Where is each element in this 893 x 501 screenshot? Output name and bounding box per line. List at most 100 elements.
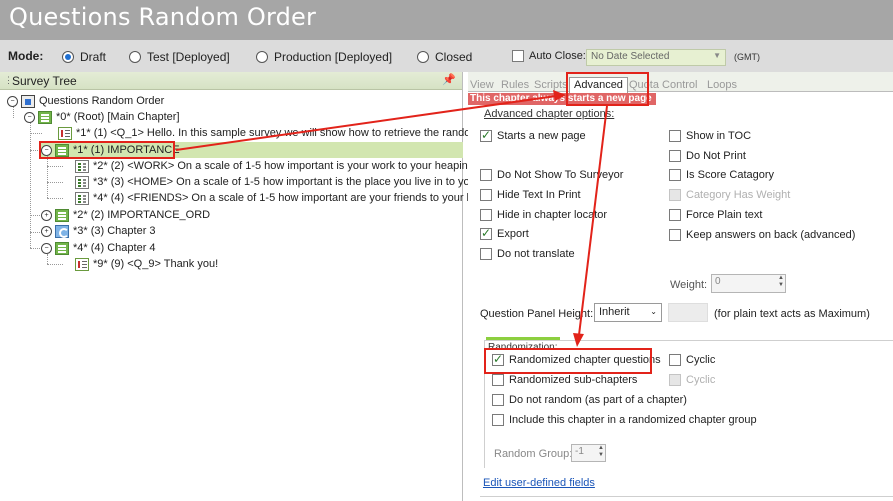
tree-item-survey-root[interactable]: − Questions Random Order: [7, 93, 164, 109]
window-title: Questions Random Order: [9, 3, 317, 31]
do-not-print-checkbox[interactable]: Do Not Print: [669, 150, 746, 162]
tree-item-friends[interactable]: *4* (4) <FRIENDS> On a scale of 1-5 how …: [75, 190, 488, 206]
checkbox-icon: [669, 354, 681, 366]
spinner-arrows-icon[interactable]: ▲ ▼: [778, 275, 784, 289]
collapse-icon[interactable]: −: [24, 111, 35, 123]
tree-item-label: *3* (3) Chapter 3: [73, 225, 156, 237]
date-value: No Date Selected: [591, 51, 670, 62]
mode-test-radio[interactable]: Test [Deployed]: [129, 50, 230, 64]
cyclic-checkbox[interactable]: Cyclic: [669, 354, 715, 366]
survey-tree-title: Survey Tree: [12, 74, 77, 88]
do-not-show-surveyor-checkbox[interactable]: Do Not Show To Surveyor: [480, 169, 623, 181]
random-group-value: -1: [575, 446, 584, 457]
tree-item-work[interactable]: *2* (2) <WORK> On a scale of 1-5 how imp…: [75, 158, 483, 174]
radio-label: Production [Deployed]: [274, 50, 393, 64]
auto-close-checkbox[interactable]: Auto Close:: [512, 50, 586, 62]
tree-item-label: *2* (2) <WORK> On a scale of 1-5 how imp…: [93, 160, 484, 172]
tree-item-label: Questions Random Order: [39, 95, 165, 107]
tree-item-chapter-3[interactable]: + *3* (3) Chapter 3: [41, 223, 156, 239]
include-randomized-group-checkbox[interactable]: Include this chapter in a randomized cha…: [492, 414, 757, 426]
is-score-category-checkbox[interactable]: Is Score Catagory: [669, 169, 774, 181]
tree-item-chapter-4[interactable]: − *4* (4) Chapter 4: [41, 240, 156, 256]
option-label: Export: [497, 228, 529, 240]
mode-closed-radio[interactable]: Closed: [417, 50, 472, 64]
randomized-sub-chapters-checkbox[interactable]: Randomized sub-chapters: [492, 374, 637, 386]
checkbox-icon: [669, 169, 681, 181]
category-has-weight-checkbox[interactable]: Category Has Weight: [669, 189, 790, 201]
tree-item-q1[interactable]: *1* (1) <Q_1> Hello. In this sample surv…: [58, 125, 489, 141]
question-icon: [75, 257, 89, 271]
option-label: Include this chapter in a randomized cha…: [509, 414, 757, 426]
do-not-translate-checkbox[interactable]: Do not translate: [480, 248, 575, 260]
checkbox-icon: [480, 169, 492, 181]
radio-label: Closed: [435, 50, 473, 64]
expand-icon[interactable]: +: [41, 209, 52, 221]
tree-item-q9[interactable]: *9* (9) <Q_9> Thank you!: [75, 256, 218, 272]
tree-item-home[interactable]: *3* (3) <HOME> On a scale of 1-5 how imp…: [75, 174, 485, 190]
panel-height-select[interactable]: Inherit ⌄: [594, 303, 662, 322]
weight-spinner[interactable]: 0 ▲ ▼: [711, 274, 786, 293]
radio-selected-icon: [62, 51, 74, 63]
randomization-separator: [484, 340, 893, 341]
panel-height-label: Question Panel Height:: [480, 308, 594, 320]
spinner-arrows-icon[interactable]: ▲ ▼: [598, 445, 604, 459]
radio-icon: [129, 51, 141, 63]
keep-answers-on-back-checkbox[interactable]: Keep answers on back (advanced): [669, 229, 855, 241]
export-checkbox[interactable]: Export: [480, 226, 529, 240]
tree-item-label: *4* (4) Chapter 4: [73, 242, 156, 254]
option-label: Randomized sub-chapters: [509, 374, 638, 386]
checkbox-icon: [480, 209, 492, 221]
hide-in-chapter-locator-checkbox[interactable]: Hide in chapter locator: [480, 209, 607, 221]
radio-label: Draft: [80, 50, 107, 64]
option-label: Cyclic: [686, 374, 716, 386]
hide-text-in-print-checkbox[interactable]: Hide Text In Print: [480, 189, 581, 201]
tab-strip: View Rules Scripts Advanced Quota Contro…: [468, 72, 893, 93]
auto-close-label: Auto Close:: [529, 50, 586, 62]
tree-item-root-chapter[interactable]: − *0* (Root) [Main Chapter]: [24, 109, 180, 125]
checkbox-icon: [480, 189, 492, 201]
highlight-advanced-tab-box: [566, 72, 649, 106]
option-label: Is Score Catagory: [686, 169, 775, 181]
random-group-label: Random Group:: [494, 448, 573, 460]
weight-label: Weight:: [670, 279, 708, 291]
grid-question-icon: [75, 191, 89, 205]
chevron-down-icon: ▼: [713, 51, 721, 60]
expand-icon[interactable]: +: [41, 225, 52, 237]
option-label: Do Not Print: [686, 150, 746, 162]
mode-production-radio[interactable]: Production [Deployed]: [256, 50, 392, 64]
tree-item-importance-ord[interactable]: + *2* (2) IMPORTANCE_ORD: [41, 207, 210, 223]
random-chapter-icon: [55, 224, 69, 238]
panel-height-input[interactable]: [668, 303, 708, 322]
tab-loops[interactable]: Loops: [707, 79, 737, 91]
highlight-importance-box: [39, 141, 175, 159]
collapse-icon[interactable]: −: [7, 95, 18, 107]
checkbox-disabled-icon: [669, 189, 681, 201]
random-group-spinner[interactable]: -1 ▲ ▼: [571, 444, 606, 462]
auto-close-date-select[interactable]: No Date Selected ▼: [586, 49, 726, 66]
checkbox-icon: [669, 130, 681, 142]
option-label: Starts a new page: [497, 130, 586, 142]
option-label: Hide in chapter locator: [497, 209, 608, 221]
question-icon: [58, 126, 72, 140]
tab-view[interactable]: View: [470, 79, 494, 91]
chevron-down-icon: ⌄: [650, 307, 657, 316]
timezone-label: (GMT): [734, 52, 760, 62]
pin-icon[interactable]: 📌: [442, 73, 456, 86]
tab-rules[interactable]: Rules: [501, 79, 529, 91]
tree-item-label: *1* (1) <Q_1> Hello. In this sample surv…: [76, 127, 489, 139]
force-plain-text-checkbox[interactable]: Force Plain text: [669, 209, 762, 221]
tree-connector: [30, 122, 31, 248]
starts-new-page-checkbox[interactable]: Starts a new page: [480, 128, 586, 142]
title-bar: Questions Random Order: [0, 0, 893, 40]
edit-user-defined-fields-link[interactable]: Edit user-defined fields: [483, 477, 595, 489]
advanced-options-title: Advanced chapter options:: [484, 108, 615, 120]
do-not-random-checkbox[interactable]: Do not random (as part of a chapter): [492, 394, 687, 406]
cyclic-subchapters-checkbox[interactable]: Cyclic: [669, 374, 715, 386]
mode-draft-radio[interactable]: Draft: [62, 50, 106, 64]
checkbox-icon: [669, 209, 681, 221]
tab-scripts[interactable]: Scripts: [534, 79, 568, 91]
survey-root-icon: [21, 94, 35, 108]
collapse-icon[interactable]: −: [41, 242, 52, 254]
bottom-separator: [480, 496, 893, 497]
show-in-toc-checkbox[interactable]: Show in TOC: [669, 130, 751, 142]
